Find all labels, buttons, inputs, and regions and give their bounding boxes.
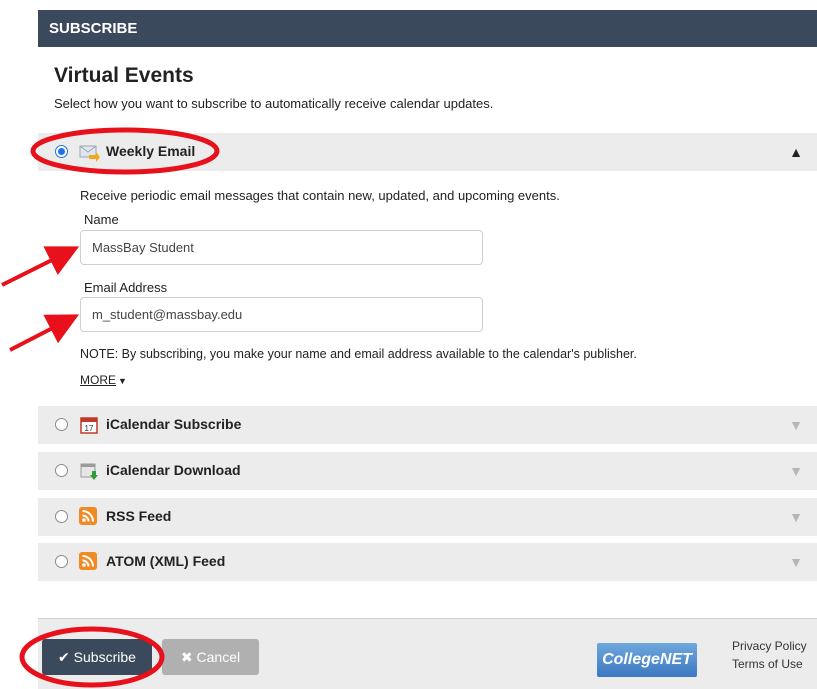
name-field[interactable] <box>80 230 483 265</box>
icalendar-subscribe-radio[interactable] <box>55 418 68 431</box>
email-field[interactable] <box>80 297 483 332</box>
collegenet-logo[interactable]: CollegeNET <box>597 643 697 677</box>
rss-icon <box>79 507 99 527</box>
name-label: Name <box>84 212 119 227</box>
expand-triangle-icon[interactable]: ▼ <box>789 554 803 570</box>
subscribe-dialog: SUBSCRIBE Virtual Events Select how you … <box>38 10 817 689</box>
close-icon: ✖ <box>180 649 193 665</box>
chevron-down-icon: ▼ <box>118 376 127 386</box>
weekly-email-description: Receive periodic email messages that con… <box>80 188 560 203</box>
expand-triangle-icon[interactable]: ▼ <box>789 417 803 433</box>
page-title: Virtual Events <box>54 64 194 87</box>
cancel-button-label: Cancel <box>196 649 241 665</box>
atom-feed-label[interactable]: ATOM (XML) Feed <box>106 553 225 569</box>
option-weekly-email[interactable]: Weekly Email ▲ <box>38 133 817 171</box>
page-instructions: Select how you want to subscribe to auto… <box>54 96 494 111</box>
icalendar-subscribe-label[interactable]: iCalendar Subscribe <box>106 416 241 432</box>
terms-of-use-link[interactable]: Terms of Use <box>732 655 807 673</box>
more-link[interactable]: MORE ▼ <box>80 373 127 387</box>
expand-triangle-icon[interactable]: ▼ <box>789 509 803 525</box>
dialog-title: SUBSCRIBE <box>38 10 817 47</box>
collapse-triangle-icon[interactable]: ▲ <box>789 144 803 160</box>
option-rss-feed[interactable]: RSS Feed ▼ <box>38 498 817 536</box>
check-icon: ✔ <box>58 649 70 665</box>
rss-feed-radio[interactable] <box>55 510 68 523</box>
option-icalendar-subscribe[interactable]: 17 iCalendar Subscribe ▼ <box>38 406 817 444</box>
cancel-button[interactable]: ✖ Cancel <box>162 639 259 675</box>
expand-triangle-icon[interactable]: ▼ <box>789 463 803 479</box>
subscribe-button-label: Subscribe <box>73 649 136 665</box>
rss-feed-label[interactable]: RSS Feed <box>106 508 171 524</box>
weekly-email-radio[interactable] <box>55 145 68 158</box>
icalendar-download-radio[interactable] <box>55 464 68 477</box>
option-atom-feed[interactable]: ATOM (XML) Feed ▼ <box>38 543 817 581</box>
email-icon <box>79 142 100 162</box>
dialog-footer: ✔ Subscribe ✖ Cancel CollegeNET Privacy … <box>38 618 817 689</box>
svg-text:17: 17 <box>85 424 94 433</box>
more-label: MORE <box>80 373 116 387</box>
icalendar-download-label[interactable]: iCalendar Download <box>106 462 241 478</box>
atom-feed-radio[interactable] <box>55 555 68 568</box>
rss-icon <box>79 552 99 572</box>
privacy-policy-link[interactable]: Privacy Policy <box>732 637 807 655</box>
email-label: Email Address <box>84 280 168 295</box>
weekly-email-label[interactable]: Weekly Email <box>106 143 195 159</box>
calendar-download-icon <box>79 461 99 481</box>
privacy-note: NOTE: By subscribing, you make your name… <box>80 347 637 361</box>
option-icalendar-download[interactable]: iCalendar Download ▼ <box>38 452 817 490</box>
footer-links: Privacy Policy Terms of Use <box>732 637 807 673</box>
calendar-icon: 17 <box>79 415 99 435</box>
subscribe-button[interactable]: ✔ Subscribe <box>42 639 152 675</box>
